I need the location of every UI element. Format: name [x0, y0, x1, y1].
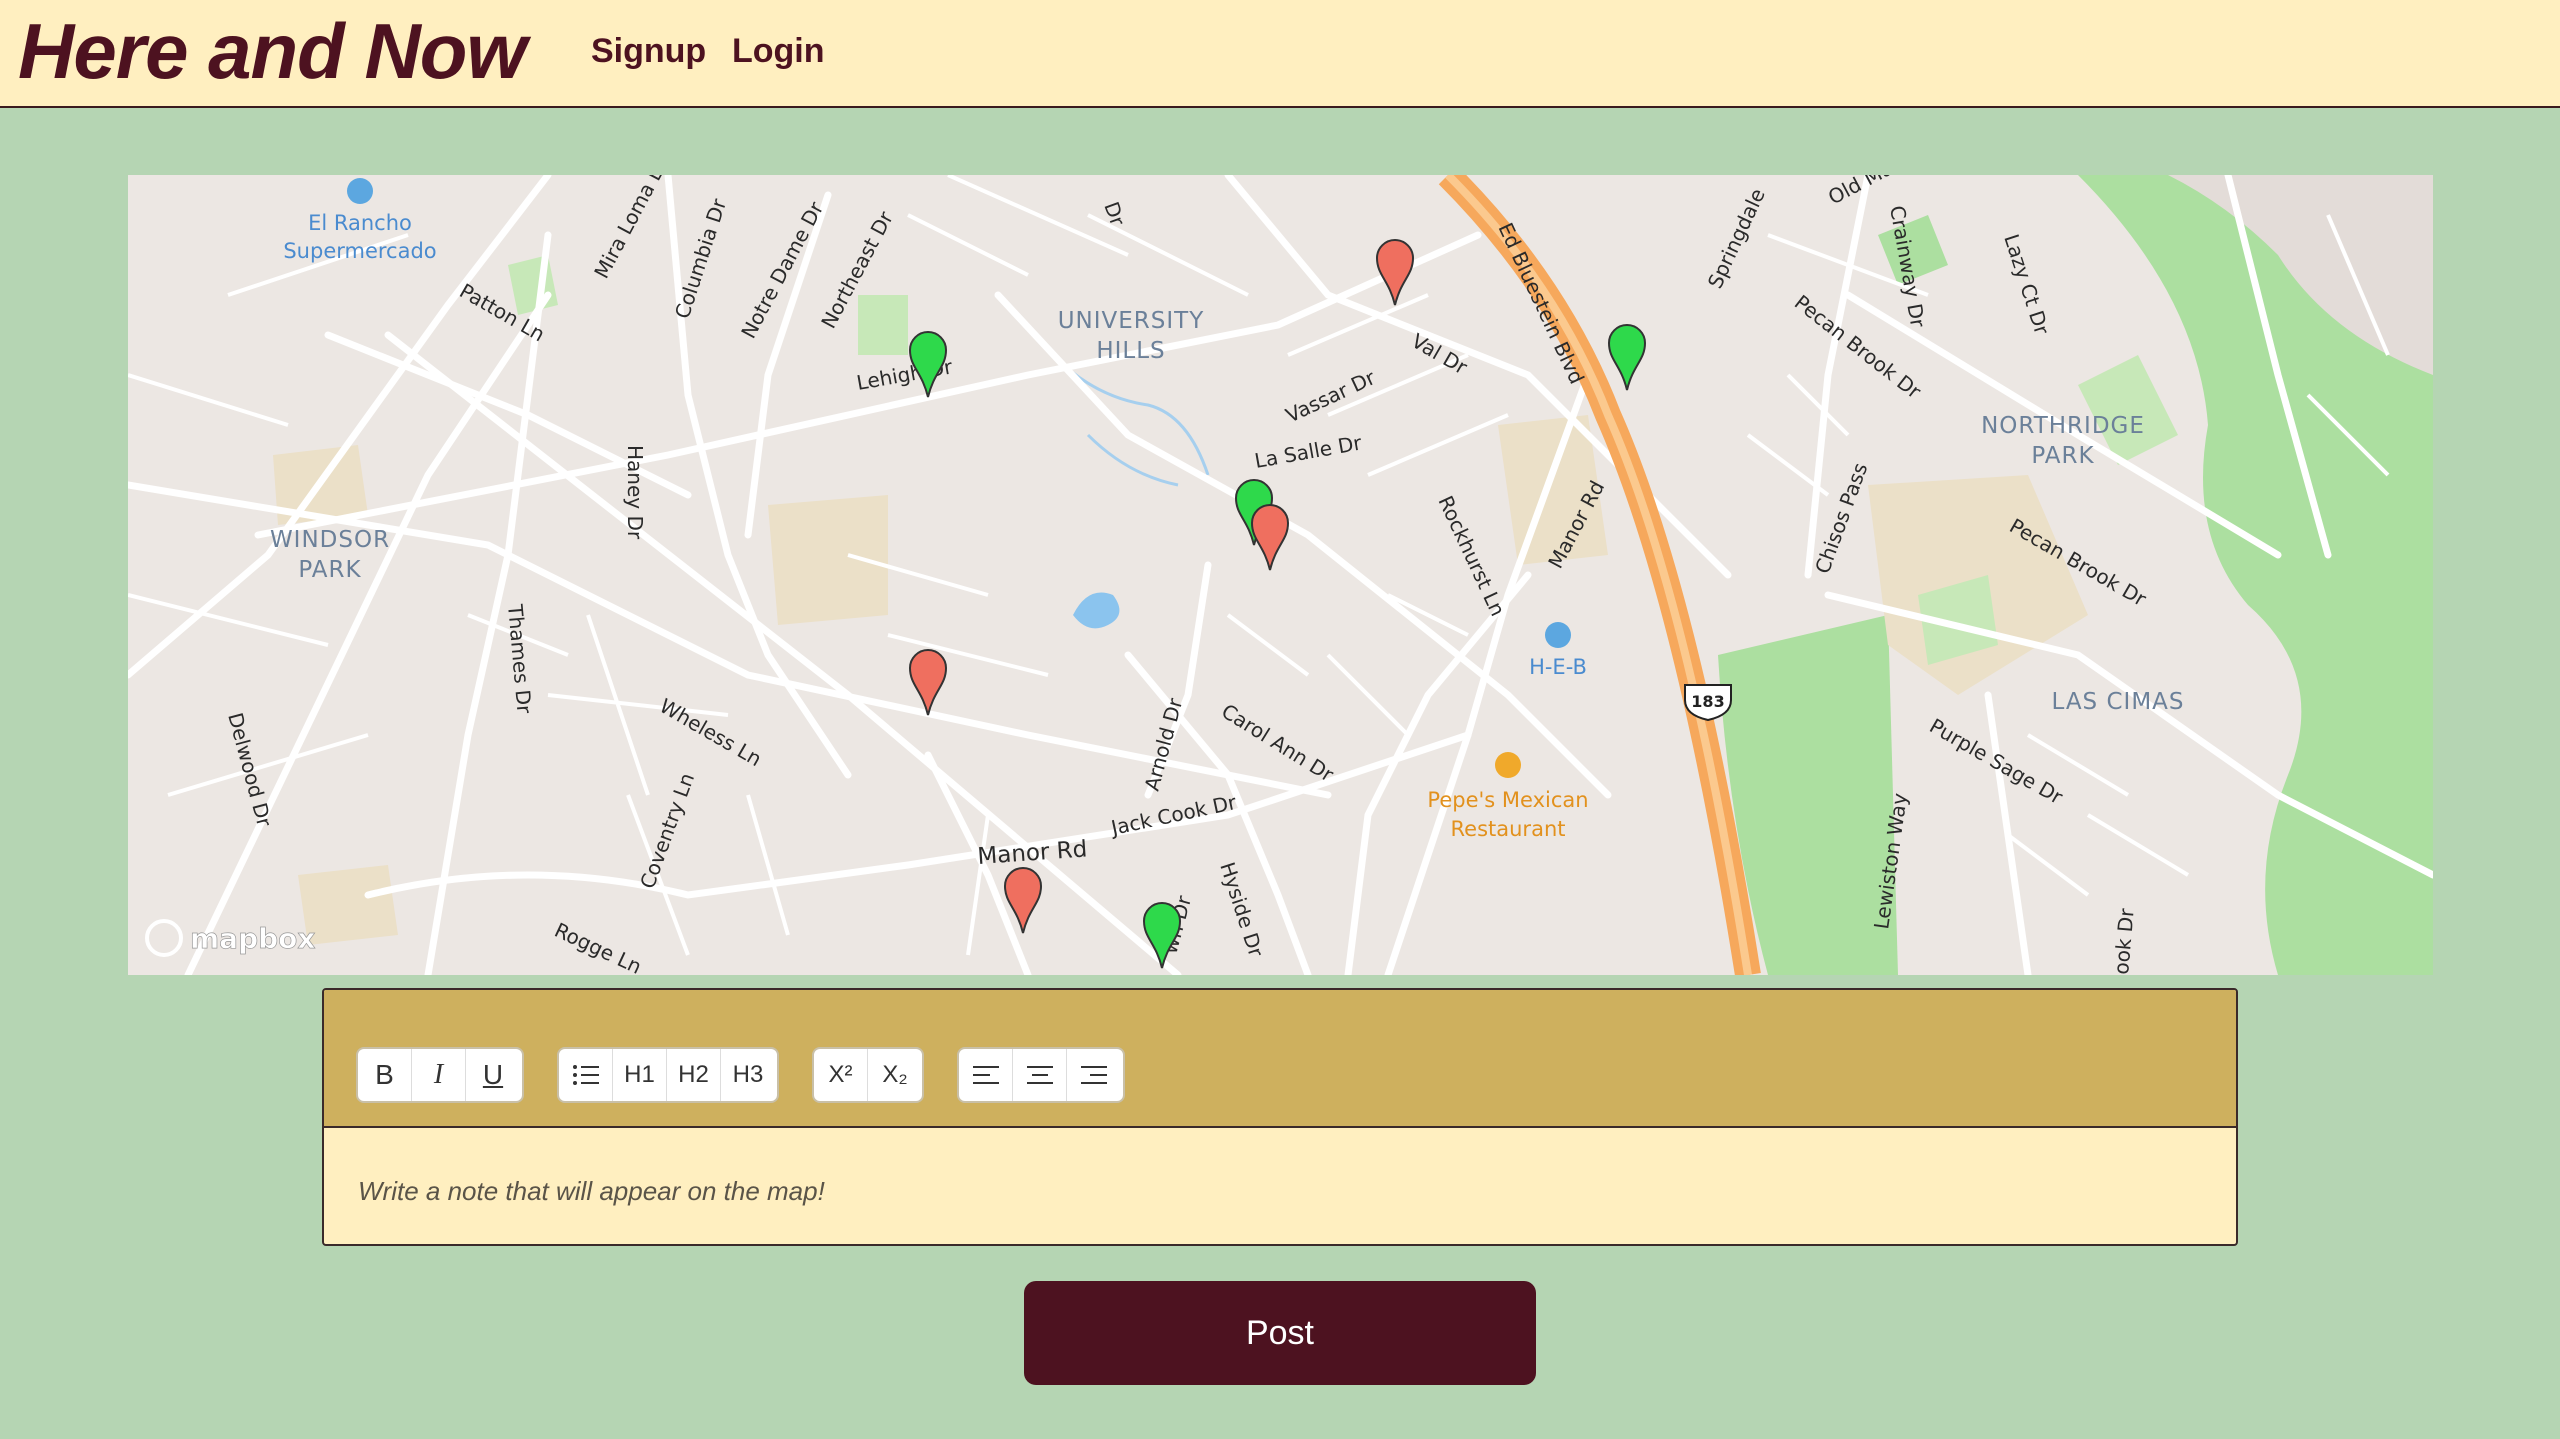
street-label: Thames Dr: [503, 602, 537, 715]
red-map-marker[interactable]: [908, 649, 948, 716]
street-label: Jack Cook Dr: [1107, 790, 1239, 840]
street-label: Haney Dr: [623, 445, 647, 540]
script-group: X² X₂: [812, 1047, 924, 1103]
map[interactable]: 183 UNIVERSITY HILLS WINDSOR PARK NORTHR…: [128, 175, 2433, 975]
street-label: ook Dr: [2109, 907, 2139, 975]
poi-heb[interactable]: H-E-B: [1529, 622, 1587, 679]
format-group: B I U: [356, 1047, 524, 1103]
area-label: LAS CIMAS: [2051, 689, 2184, 715]
superscript-button[interactable]: X²: [814, 1049, 868, 1101]
area-label: PARK: [2031, 443, 2094, 469]
poi-label: Supermercado: [283, 239, 436, 263]
h3-button[interactable]: H3: [721, 1049, 775, 1101]
area-label: HILLS: [1096, 338, 1165, 364]
green-map-marker[interactable]: [1142, 902, 1182, 969]
street-label: Hyside Dr: [1215, 859, 1268, 960]
attribution-text: mapbox: [190, 922, 315, 955]
street-label: Purple Sage Dr: [1926, 714, 2068, 810]
note-editor: B I U H1 H2 H3 X² X₂: [322, 988, 2238, 1246]
mapbox-logo[interactable]: mapbox: [145, 919, 316, 957]
area-label: PARK: [298, 557, 361, 583]
green-map-marker[interactable]: [908, 331, 948, 398]
poi-label: Restaurant: [1451, 817, 1566, 841]
green-map-marker[interactable]: [1607, 324, 1647, 391]
street-label: La Salle Dr: [1253, 430, 1364, 473]
note-input[interactable]: [356, 1160, 2200, 1222]
signup-link[interactable]: Signup: [591, 32, 706, 71]
align-group: [957, 1047, 1125, 1103]
align-right-icon: [1081, 1066, 1107, 1084]
street-label: Manor Rd: [977, 836, 1088, 870]
bold-button[interactable]: B: [358, 1049, 412, 1101]
italic-button[interactable]: I: [412, 1049, 466, 1101]
subscript-button[interactable]: X₂: [868, 1049, 922, 1101]
underline-button[interactable]: U: [466, 1049, 520, 1101]
shopping-icon: [347, 178, 373, 204]
street-label: Mira Loma Ln: [589, 175, 673, 282]
align-center-button[interactable]: [1013, 1049, 1067, 1101]
header: Here and Now Signup Login: [0, 0, 2560, 108]
street-label: Rockhurst Ln: [1433, 492, 1510, 620]
street-label: Arnold Dr: [1140, 695, 1188, 793]
street-label: Wheless Ln: [656, 694, 766, 772]
editor-toolbar: B I U H1 H2 H3 X² X₂: [324, 990, 2236, 1128]
park-area: [858, 295, 908, 355]
street-label: Columbia Dr: [670, 195, 732, 321]
h2-button[interactable]: H2: [667, 1049, 721, 1101]
h1-button[interactable]: H1: [613, 1049, 667, 1101]
poi-pepes[interactable]: Pepe's Mexican Restaurant: [1427, 752, 1589, 841]
poi-label: Pepe's Mexican: [1427, 788, 1588, 812]
brand-logo[interactable]: Here and Now: [18, 6, 527, 97]
street-label: Ed Bluestein Blvd: [1493, 219, 1589, 388]
restaurant-icon: [1495, 752, 1521, 778]
area-label: WINDSOR: [270, 527, 390, 553]
area-label: NORTHRIDGE: [1981, 413, 2145, 439]
align-left-icon: [972, 1066, 999, 1084]
align-right-button[interactable]: [1067, 1049, 1121, 1101]
login-link[interactable]: Login: [732, 32, 825, 71]
pond: [1073, 592, 1120, 629]
align-center-icon: [1026, 1066, 1053, 1084]
poi-label: El Rancho: [308, 211, 412, 235]
heading-group: H1 H2 H3: [557, 1047, 779, 1103]
street-label: Notre Dame Dr: [736, 197, 828, 342]
map-canvas[interactable]: 183 UNIVERSITY HILLS WINDSOR PARK NORTHR…: [128, 175, 2433, 975]
list-button[interactable]: [559, 1049, 613, 1101]
poi-label: H-E-B: [1529, 655, 1587, 679]
street-label: Vassar Dr: [1282, 365, 1380, 428]
street-label: Delwood Dr: [223, 710, 277, 830]
align-left-button[interactable]: [959, 1049, 1013, 1101]
list-icon: [572, 1065, 599, 1085]
street-label: Lazy Ct Dr: [1999, 231, 2054, 338]
red-map-marker[interactable]: [1375, 239, 1415, 306]
red-map-marker[interactable]: [1250, 504, 1290, 571]
poi-el-rancho[interactable]: El Rancho Supermercado: [283, 178, 437, 263]
post-button[interactable]: Post: [1024, 1281, 1536, 1385]
route-number: 183: [1691, 692, 1724, 711]
street-label: Rogge Ln: [551, 918, 646, 975]
street-label: Springdale: [1703, 185, 1770, 292]
area-label: UNIVERSITY: [1058, 308, 1205, 334]
shopping-icon: [1545, 622, 1571, 648]
